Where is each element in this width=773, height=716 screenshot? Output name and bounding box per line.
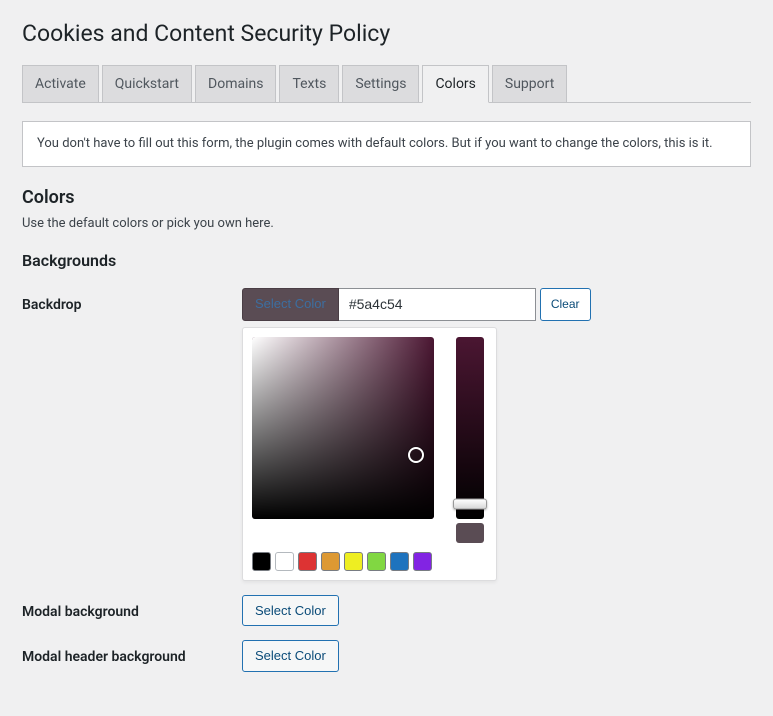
label-backdrop: Backdrop — [22, 288, 242, 313]
tab-quickstart[interactable]: Quickstart — [102, 65, 192, 103]
backgrounds-heading: Backgrounds — [22, 251, 751, 270]
tab-bar: ActivateQuickstartDomainsTextsSettingsCo… — [22, 65, 751, 103]
label-modal-bg: Modal background — [22, 595, 242, 620]
tab-activate[interactable]: Activate — [22, 65, 99, 103]
tab-colors[interactable]: Colors — [422, 65, 488, 103]
page-title: Cookies and Content Security Policy — [22, 20, 751, 47]
color-picker-panel — [242, 327, 497, 581]
brightness-strip[interactable] — [456, 337, 484, 519]
current-color-button[interactable]: Select Color — [242, 288, 339, 321]
brightness-slider-handle[interactable] — [453, 499, 487, 510]
tab-domains[interactable]: Domains — [195, 65, 276, 103]
select-color-button-modal-bg[interactable]: Select Color — [242, 595, 339, 627]
section-heading: Colors — [22, 187, 751, 208]
palette-swatch[interactable] — [275, 552, 294, 571]
tab-support[interactable]: Support — [492, 65, 567, 103]
clear-button[interactable]: Clear — [540, 288, 591, 321]
palette-swatch[interactable] — [390, 552, 409, 571]
row-backdrop: Backdrop Select Color Clear — [22, 288, 751, 581]
palette-swatch[interactable] — [344, 552, 363, 571]
palette-row — [252, 552, 487, 571]
row-modal-header-bg: Modal header background Select Color — [22, 640, 751, 672]
palette-swatch[interactable] — [321, 552, 340, 571]
current-color-preview — [456, 523, 484, 543]
label-modal-header-bg: Modal header background — [22, 640, 242, 665]
sv-picker-handle[interactable] — [408, 447, 424, 463]
palette-swatch[interactable] — [252, 552, 271, 571]
color-hex-input[interactable] — [339, 288, 536, 321]
palette-swatch[interactable] — [367, 552, 386, 571]
info-notice: You don't have to fill out this form, th… — [22, 121, 751, 167]
palette-swatch[interactable] — [298, 552, 317, 571]
section-sub: Use the default colors or pick you own h… — [22, 216, 751, 231]
palette-swatch[interactable] — [413, 552, 432, 571]
row-modal-bg: Modal background Select Color — [22, 595, 751, 627]
select-color-button-modal-header-bg[interactable]: Select Color — [242, 640, 339, 672]
saturation-value-square[interactable] — [252, 337, 434, 519]
tab-settings[interactable]: Settings — [342, 65, 419, 103]
tab-texts[interactable]: Texts — [279, 65, 339, 103]
